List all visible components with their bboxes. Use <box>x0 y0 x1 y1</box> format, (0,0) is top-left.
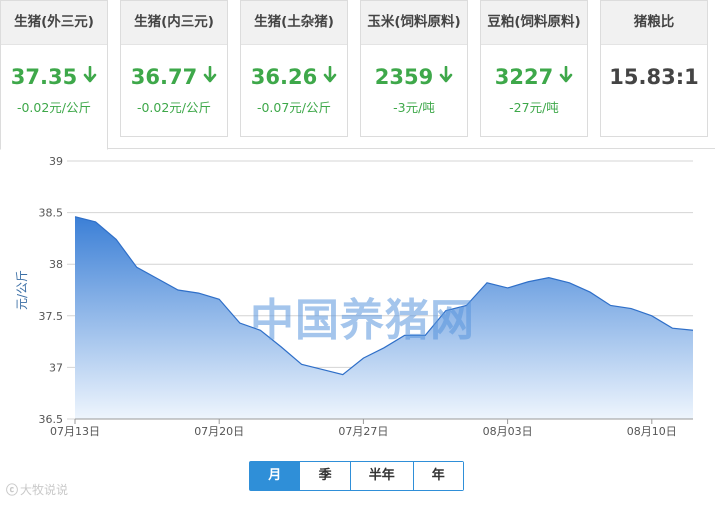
data-point <box>651 315 653 317</box>
y-tick-label: 37.5 <box>39 310 64 323</box>
card-pig-local[interactable]: 生猪(土杂猪) 36.26 -0.07元/公斤 <box>240 0 348 137</box>
y-tick-label: 37 <box>49 361 63 374</box>
arrow-down-icon <box>203 63 217 91</box>
tab-month[interactable]: 月 <box>250 462 300 490</box>
x-tick-label: 07月27日 <box>338 425 388 438</box>
card-title: 生猪(外三元) <box>1 1 107 45</box>
card-change: -3元/吨 <box>393 100 435 115</box>
data-point <box>218 298 220 300</box>
card-pig-outer[interactable]: 生猪(外三元) 37.35 -0.02元/公斤 <box>0 0 108 150</box>
card-price: 2359 <box>361 63 467 91</box>
card-change: -0.07元/公斤 <box>256 100 332 115</box>
card-title: 生猪(内三元) <box>121 1 227 45</box>
data-point <box>671 327 673 329</box>
data-point <box>156 277 158 279</box>
data-point <box>197 292 199 294</box>
data-point <box>136 266 138 268</box>
data-point <box>177 289 179 291</box>
brand-text: 大牧说说 <box>20 483 69 497</box>
data-point <box>609 304 611 306</box>
brand-logo-icon: ⓒ <box>6 483 19 497</box>
data-point <box>589 291 591 293</box>
card-pig-inner[interactable]: 生猪(内三元) 36.77 -0.02元/公斤 <box>120 0 228 137</box>
watermark: 中国养猪网 <box>250 295 475 346</box>
data-point <box>527 281 529 283</box>
tab-year[interactable]: 年 <box>412 462 463 490</box>
data-point <box>115 238 117 240</box>
range-tabs: 月 季 半年 年 <box>249 461 464 491</box>
card-price: 15.83:1 <box>609 65 699 89</box>
card-soymeal[interactable]: 豆粕(饲料原料) 3227 -27元/吨 <box>480 0 588 137</box>
x-tick-label: 07月20日 <box>194 425 244 438</box>
card-price: 36.77 <box>121 63 227 91</box>
arrow-down-icon <box>83 63 97 91</box>
card-change: -0.02元/公斤 <box>136 100 212 115</box>
data-point <box>321 368 323 370</box>
data-point <box>342 373 344 375</box>
card-price: 3227 <box>481 63 587 91</box>
data-point <box>94 221 96 223</box>
data-point <box>486 282 488 284</box>
brand-watermark: ⓒ 大牧说说 <box>6 481 68 498</box>
data-point <box>568 282 570 284</box>
data-point <box>548 276 550 278</box>
tab-quarter[interactable]: 季 <box>299 462 350 490</box>
data-point <box>74 216 76 218</box>
arrow-down-icon <box>323 63 337 91</box>
card-corn[interactable]: 玉米(饲料原料) 2359 -3元/吨 <box>360 0 468 137</box>
data-point <box>239 322 241 324</box>
tab-half-year[interactable]: 半年 <box>349 462 413 490</box>
data-point <box>692 329 694 331</box>
y-tick-label: 38.5 <box>39 207 64 220</box>
card-title: 生猪(土杂猪) <box>241 1 347 45</box>
card-pig-grain-ratio[interactable]: 猪粮比 15.83:1 <box>600 0 708 137</box>
card-price: 37.35 <box>1 63 107 91</box>
card-title: 玉米(饲料原料) <box>361 1 467 45</box>
y-tick-label: 39 <box>49 155 63 168</box>
card-change: -27元/吨 <box>509 100 559 115</box>
card-price: 36.26 <box>241 63 347 91</box>
data-point <box>506 287 508 289</box>
card-change: -0.02元/公斤 <box>16 100 92 115</box>
arrow-down-icon <box>559 63 573 91</box>
x-tick-label: 08月03日 <box>483 425 533 438</box>
data-point <box>300 363 302 365</box>
card-title: 豆粕(饲料原料) <box>481 1 587 45</box>
y-tick-label: 38 <box>49 258 63 271</box>
card-title: 猪粮比 <box>601 1 707 45</box>
y-axis-label: 元/公斤 <box>15 270 29 310</box>
price-cards: 生猪(外三元) 37.35 -0.02元/公斤 生猪(内三元) 36.77 -0… <box>0 0 715 150</box>
x-tick-label: 08月10日 <box>627 425 677 438</box>
data-point <box>630 307 632 309</box>
data-point <box>362 357 364 359</box>
x-tick-label: 07月13日 <box>50 425 100 438</box>
arrow-down-icon <box>439 63 453 91</box>
